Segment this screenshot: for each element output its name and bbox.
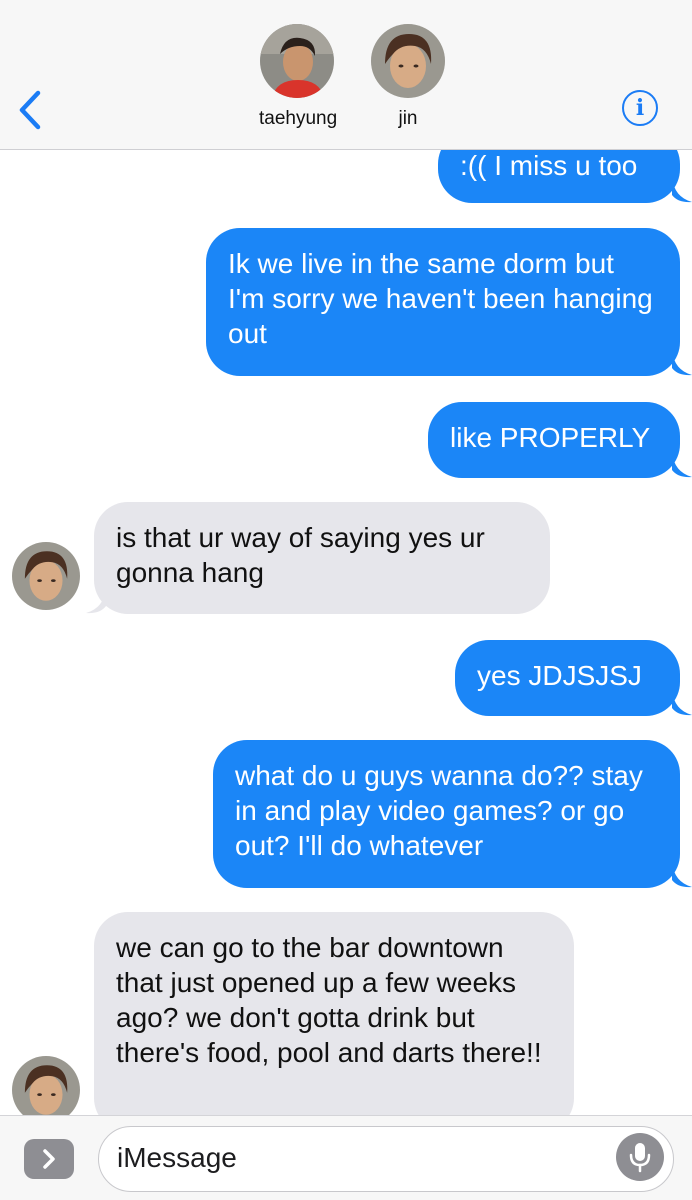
apps-button[interactable] (24, 1139, 74, 1179)
message-text: yes JDJSJSJ (477, 660, 642, 691)
message-thread[interactable]: :(( I miss u too Ik we live in the same … (0, 150, 692, 1115)
info-button[interactable]: i (622, 90, 658, 126)
bubble-tail (672, 350, 692, 376)
contact-jin[interactable]: jin (370, 24, 446, 130)
message-text: :(( I miss u too (460, 150, 638, 181)
incoming-message[interactable]: we can go to the bar downtown that just … (94, 912, 574, 1115)
message-text: is that ur way of saying yes ur gonna ha… (116, 522, 485, 588)
message-input[interactable]: iMessage (98, 1126, 674, 1192)
message-text: we can go to the bar downtown that just … (116, 932, 542, 1068)
bubble-tail (672, 862, 692, 888)
message-text: like PROPERLY (450, 422, 651, 453)
avatar (260, 24, 334, 98)
message-composer: iMessage (0, 1115, 692, 1200)
message-text: Ik we live in the same dorm but I'm sorr… (228, 248, 653, 349)
message-text: what do u guys wanna do?? stay in and pl… (235, 760, 643, 861)
bubble-tail (672, 452, 692, 478)
contact-name: taehyung (259, 108, 338, 129)
outgoing-message[interactable]: Ik we live in the same dorm but I'm sorr… (206, 228, 680, 376)
outgoing-message[interactable]: :(( I miss u too (438, 150, 680, 203)
bubble-tail (672, 690, 692, 716)
microphone-button[interactable] (616, 1133, 664, 1181)
avatar[interactable] (12, 1056, 80, 1115)
contact-name: jin (398, 108, 418, 129)
outgoing-message[interactable]: what do u guys wanna do?? stay in and pl… (213, 740, 680, 888)
incoming-message[interactable]: is that ur way of saying yes ur gonna ha… (94, 502, 550, 614)
outgoing-message[interactable]: yes JDJSJSJ (455, 640, 680, 716)
conversation-header: taehyung jin i (0, 0, 692, 150)
bubble-tail (672, 177, 692, 203)
message-input-placeholder: iMessage (117, 1142, 237, 1173)
avatar[interactable] (12, 542, 80, 610)
contact-taehyung[interactable]: taehyung (259, 24, 338, 130)
back-button[interactable] (10, 86, 50, 134)
avatar (371, 24, 445, 98)
info-icon: i (635, 95, 645, 121)
outgoing-message[interactable]: like PROPERLY (428, 402, 680, 478)
chevron-left-icon (19, 90, 41, 130)
microphone-icon (629, 1143, 651, 1173)
chevron-right-icon (43, 1149, 55, 1169)
